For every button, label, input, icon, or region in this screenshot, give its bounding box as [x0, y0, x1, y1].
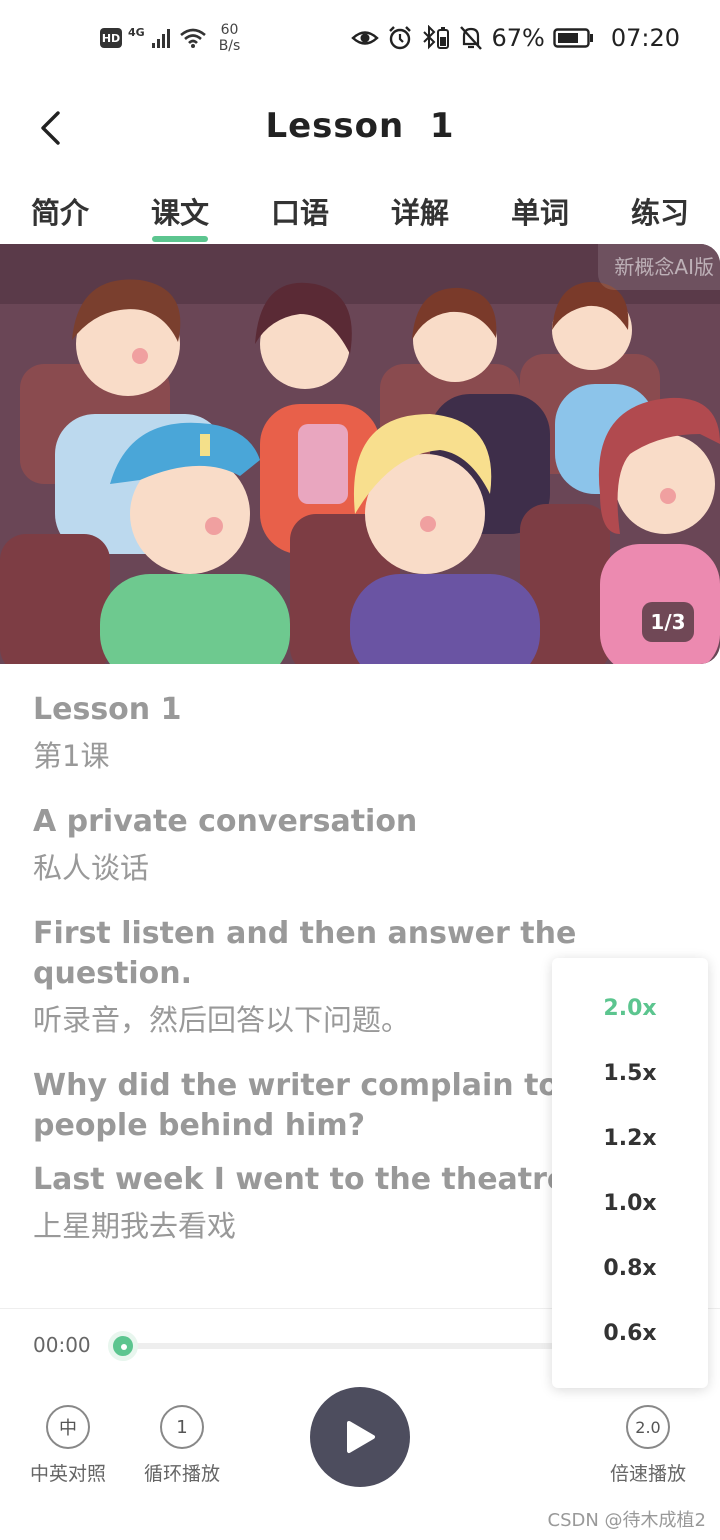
- speed-option[interactable]: 2.0x: [552, 976, 708, 1041]
- speed-option[interactable]: 1.0x: [552, 1171, 708, 1236]
- network-speed: 60 B/s: [218, 22, 241, 54]
- bilingual-icon: 中: [46, 1405, 90, 1449]
- theatre-audience-illustration: [0, 244, 720, 664]
- eye-icon: [351, 31, 380, 45]
- line-chinese: 第1课: [33, 739, 110, 773]
- banner-page-counter: 1/3: [642, 602, 694, 642]
- lesson-line[interactable]: A private conversation 私人谈话: [33, 802, 713, 888]
- battery-icon: [553, 28, 593, 48]
- tab-text[interactable]: 课文: [120, 190, 240, 244]
- speed-toggle[interactable]: 2.0 倍速播放: [610, 1405, 686, 1486]
- progress-thumb[interactable]: [108, 1331, 138, 1361]
- tab-bar: 简介 课文 口语 详解 单词 练习: [0, 190, 720, 244]
- line-chinese: 私人谈话: [33, 851, 150, 885]
- lesson-banner[interactable]: 新概念AI版 1/3: [0, 244, 720, 664]
- tab-words[interactable]: 单词: [480, 190, 600, 244]
- network-type: 4G: [128, 25, 145, 39]
- loop-toggle[interactable]: 1 循环播放: [144, 1405, 220, 1486]
- hd-badge: HD: [100, 28, 122, 48]
- line-english: A private conversation: [33, 804, 418, 839]
- progress-track[interactable]: [120, 1343, 560, 1349]
- speed-option[interactable]: 1.2x: [552, 1106, 708, 1171]
- tab-speaking[interactable]: 口语: [240, 190, 360, 244]
- tab-practice[interactable]: 练习: [600, 190, 720, 244]
- status-bar: HD 4G 60 B/s 67% 07:20: [0, 0, 720, 84]
- bilingual-label: 中英对照: [30, 1463, 107, 1485]
- line-english: Lesson 1: [33, 692, 182, 727]
- speed-option[interactable]: 0.6x: [552, 1301, 708, 1366]
- speed-label: 倍速播放: [610, 1463, 687, 1485]
- speed-icon: 2.0: [626, 1405, 670, 1449]
- bluetooth-battery-icon: [423, 25, 450, 50]
- wifi-icon: [179, 28, 206, 48]
- speed-option[interactable]: 1.5x: [552, 1041, 708, 1106]
- clock: 07:20: [610, 24, 680, 52]
- tab-explanation[interactable]: 详解: [360, 190, 480, 244]
- speed-option[interactable]: 0.8x: [552, 1236, 708, 1301]
- header: Lesson 1: [0, 90, 720, 170]
- alarm-icon: [389, 26, 412, 50]
- battery-percent: 67%: [491, 24, 545, 52]
- signal-icon: [151, 29, 170, 48]
- speed-menu: 2.0x 1.5x 1.2x 1.0x 0.8x 0.6x: [552, 958, 708, 1388]
- play-button[interactable]: [310, 1387, 410, 1487]
- watermark: CSDN @待木成植2: [547, 1510, 707, 1531]
- page-title: Lesson 1: [265, 106, 455, 146]
- banner-edition-tag: 新概念AI版: [598, 244, 720, 290]
- lesson-line[interactable]: Lesson 1 第1课: [33, 690, 713, 776]
- tab-intro[interactable]: 简介: [0, 190, 120, 244]
- loop-icon: 1: [160, 1405, 204, 1449]
- play-icon: [347, 1421, 375, 1453]
- current-time: 00:00: [33, 1333, 91, 1357]
- bilingual-toggle[interactable]: 中 中英对照: [30, 1405, 106, 1486]
- loop-label: 循环播放: [144, 1463, 221, 1485]
- mute-bell-icon: [460, 26, 483, 50]
